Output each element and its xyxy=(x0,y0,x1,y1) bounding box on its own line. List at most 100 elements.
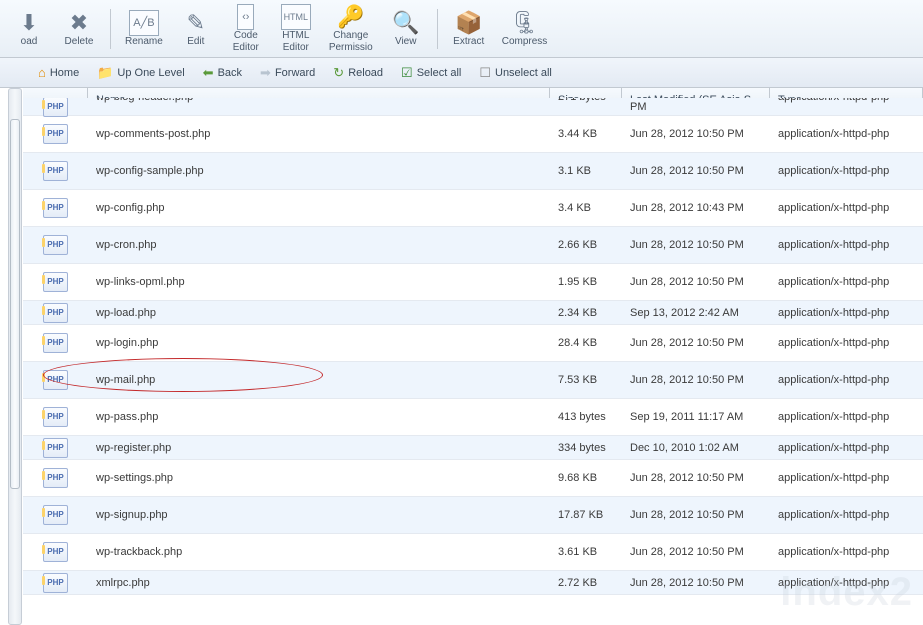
change-perm-icon: 🔑 xyxy=(337,4,364,30)
php-file-icon: PHP xyxy=(43,124,67,144)
file-modified: Jun 28, 2012 10:50 PM xyxy=(622,127,770,141)
nav-home[interactable]: ⌂Home xyxy=(34,63,83,82)
grid-body: PHPwp-blog-header.php271 bytesPMapplicat… xyxy=(23,98,923,595)
php-file-icon: PHP xyxy=(43,333,67,353)
file-name: wp-links-opml.php xyxy=(88,275,550,289)
file-icon-cell: PHP xyxy=(23,98,88,117)
file-icon-cell: PHP xyxy=(23,573,88,593)
nav-unselect-all[interactable]: ☐Unselect all xyxy=(475,63,556,83)
file-name: wp-load.php xyxy=(88,306,550,320)
rename-button[interactable]: A╱BRename xyxy=(117,6,171,52)
php-file-icon: PHP xyxy=(43,370,67,390)
file-name: wp-cron.php xyxy=(88,238,550,252)
file-type: application/x-httpd-php xyxy=(770,471,923,485)
table-row[interactable]: PHPwp-blog-header.php271 bytesPMapplicat… xyxy=(23,98,923,116)
file-type: application/x-httpd-php xyxy=(770,373,923,387)
file-size: 28.4 KB xyxy=(550,336,622,350)
code-editor-label: CodeEditor xyxy=(233,30,259,54)
file-modified: Jun 28, 2012 10:50 PM xyxy=(622,471,770,485)
file-size: 7.53 KB xyxy=(550,373,622,387)
load-button[interactable]: ⬇oad xyxy=(4,6,54,52)
table-row[interactable]: PHPwp-config.php3.4 KBJun 28, 2012 10:43… xyxy=(23,190,923,227)
code-editor-button[interactable]: ‹›CodeEditor xyxy=(221,0,271,58)
file-icon-cell: PHP xyxy=(23,303,88,323)
php-file-icon: PHP xyxy=(43,198,67,218)
table-row[interactable]: PHPwp-links-opml.php1.95 KBJun 28, 2012 … xyxy=(23,264,923,301)
file-modified: Jun 28, 2012 10:50 PM xyxy=(622,373,770,387)
php-file-icon: PHP xyxy=(43,468,67,488)
file-size: 3.61 KB xyxy=(550,545,622,559)
file-type: application/x-httpd-php xyxy=(770,238,923,252)
load-icon: ⬇ xyxy=(20,10,38,36)
file-modified: Jun 28, 2012 10:50 PM xyxy=(622,576,770,590)
file-name: wp-pass.php xyxy=(88,410,550,424)
file-size: 2.66 KB xyxy=(550,238,622,252)
file-size: 2.72 KB xyxy=(550,576,622,590)
rename-icon: A╱B xyxy=(129,10,158,36)
edit-button[interactable]: ✎Edit xyxy=(171,6,221,52)
table-row[interactable]: PHPwp-trackback.php3.61 KBJun 28, 2012 1… xyxy=(23,534,923,571)
scrollbar-thumb[interactable] xyxy=(10,119,20,489)
edit-label: Edit xyxy=(187,36,204,48)
php-file-icon: PHP xyxy=(43,542,67,562)
nav-forward[interactable]: ➡Forward xyxy=(256,63,319,83)
file-icon-cell: PHP xyxy=(23,370,88,390)
file-icon-cell: PHP xyxy=(23,407,88,427)
file-type: application/x-httpd-php xyxy=(770,336,923,350)
nav-reload[interactable]: ↻Reload xyxy=(329,63,387,83)
php-file-icon: PHP xyxy=(43,407,67,427)
main-toolbar: ⬇oad✖DeleteA╱BRename✎Edit‹›CodeEditorHTM… xyxy=(0,0,923,58)
file-type: application/x-httpd-php xyxy=(770,410,923,424)
nav-back[interactable]: ⬅Back xyxy=(199,63,246,83)
php-file-icon: PHP xyxy=(43,161,67,181)
file-icon-cell: PHP xyxy=(23,505,88,525)
arrow-right-icon: ➡ xyxy=(260,65,271,81)
nav-home-label: Home xyxy=(50,67,79,79)
vertical-scrollbar[interactable] xyxy=(8,88,22,625)
table-row[interactable]: PHPwp-register.php334 bytesDec 10, 2010 … xyxy=(23,436,923,460)
table-row[interactable]: PHPwp-mail.php7.53 KBJun 28, 2012 10:50 … xyxy=(23,362,923,399)
file-size: 413 bytes xyxy=(550,410,622,424)
nav-selectall-label: Select all xyxy=(417,67,462,79)
load-label: oad xyxy=(21,36,38,48)
toolbar-separator xyxy=(437,9,438,49)
table-row[interactable]: PHPwp-config-sample.php3.1 KBJun 28, 201… xyxy=(23,153,923,190)
file-icon-cell: PHP xyxy=(23,438,88,458)
table-row[interactable]: PHPwp-signup.php17.87 KBJun 28, 2012 10:… xyxy=(23,497,923,534)
php-file-icon: PHP xyxy=(43,272,67,292)
compress-button[interactable]: 🗜Compress xyxy=(494,6,556,52)
file-name: wp-settings.php xyxy=(88,471,550,485)
file-icon-cell: PHP xyxy=(23,161,88,181)
php-file-icon: PHP xyxy=(43,505,67,525)
nav-up-one-level[interactable]: 📁Up One Level xyxy=(93,63,188,83)
view-button[interactable]: 🔍View xyxy=(381,6,431,52)
change-perm-label: ChangePermissio xyxy=(329,30,373,54)
html-editor-icon: HTML xyxy=(281,4,312,30)
table-row[interactable]: PHPwp-comments-post.php3.44 KBJun 28, 20… xyxy=(23,116,923,153)
extract-button[interactable]: 📦Extract xyxy=(444,6,494,52)
table-row[interactable]: PHPwp-pass.php413 bytesSep 19, 2011 11:1… xyxy=(23,399,923,436)
table-row[interactable]: PHPwp-load.php2.34 KBSep 13, 2012 2:42 A… xyxy=(23,301,923,325)
file-modified: Dec 10, 2010 1:02 AM xyxy=(622,441,770,455)
change-perm-button[interactable]: 🔑ChangePermissio xyxy=(321,0,381,58)
delete-button[interactable]: ✖Delete xyxy=(54,6,104,52)
file-icon-cell: PHP xyxy=(23,333,88,353)
file-size: 9.68 KB xyxy=(550,471,622,485)
table-row[interactable]: PHP wp-settings.php9.68 KBJun 28, 2012 10… xyxy=(23,460,923,497)
file-size: 17.87 KB xyxy=(550,508,622,522)
file-modified: Jun 28, 2012 10:43 PM xyxy=(622,201,770,215)
file-name: wp-comments-post.php xyxy=(88,127,550,141)
file-icon-cell: PHP xyxy=(23,198,88,218)
file-type: application/x-httpd-php xyxy=(770,164,923,178)
nav-up-label: Up One Level xyxy=(117,67,184,79)
view-icon: 🔍 xyxy=(392,10,419,36)
html-editor-button[interactable]: HTMLHTMLEditor xyxy=(271,0,321,58)
file-modified: Sep 13, 2012 2:42 AM xyxy=(622,306,770,320)
file-modified: PM xyxy=(622,100,770,114)
file-modified: Jun 28, 2012 10:50 PM xyxy=(622,164,770,178)
file-size: 3.1 KB xyxy=(550,164,622,178)
table-row[interactable]: PHPwp-login.php28.4 KBJun 28, 2012 10:50… xyxy=(23,325,923,362)
table-row[interactable]: PHPwp-cron.php2.66 KBJun 28, 2012 10:50 … xyxy=(23,227,923,264)
nav-select-all[interactable]: ☑Select all xyxy=(397,63,465,83)
file-icon-cell: PHP xyxy=(23,235,88,255)
